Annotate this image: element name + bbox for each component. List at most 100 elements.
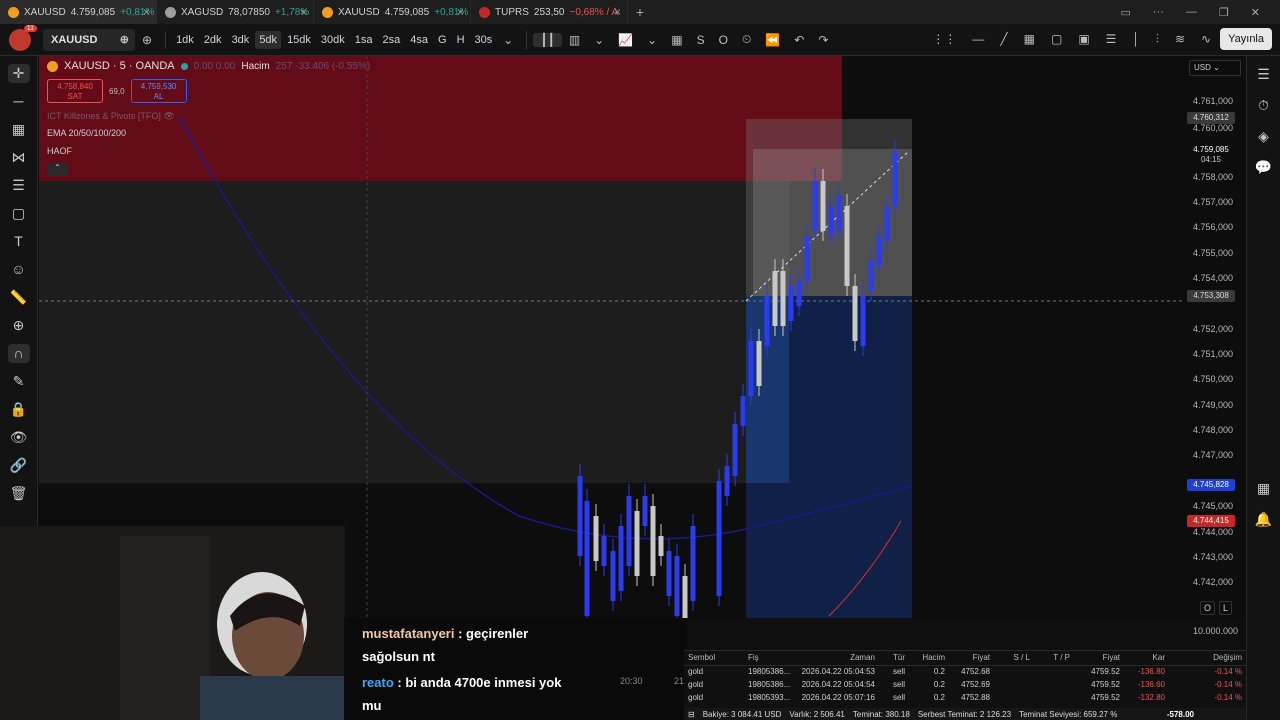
link-icon[interactable]: 🔗 [8, 456, 30, 475]
lock-icon[interactable]: 🔒 [8, 400, 30, 419]
col-header[interactable]: Fiyat [1074, 651, 1124, 666]
tab-tuprs[interactable]: TUPRS 253,50 −0,68% / A × [471, 0, 628, 24]
chat-icon[interactable]: 💬 [1255, 159, 1272, 176]
screen-icon[interactable]: ▭ [1121, 6, 1131, 19]
table-row[interactable]: gold 19805393... 2026.04.22 05:07:16 sell 0.… [684, 691, 1246, 704]
trend-line-icon[interactable]: ╱ [993, 32, 1014, 47]
indicator-ict-killzones[interactable]: ICT Killzones & Pivots [TFO] 👁 [47, 111, 175, 122]
text-tool-icon[interactable]: T [8, 232, 30, 251]
close-window-icon[interactable]: ✕ [1251, 6, 1260, 19]
rectangle-icon[interactable]: ▢ [1044, 32, 1069, 47]
col-header[interactable]: Zaman [794, 651, 879, 666]
chevron-down-icon[interactable]: ⌄ [587, 33, 611, 47]
timeframe-button[interactable]: 5dk [255, 30, 282, 49]
new-tab-button[interactable]: + [628, 4, 652, 20]
layout-icon[interactable]: ▦ [664, 33, 689, 47]
publish-button[interactable]: Yayınla [1220, 28, 1272, 50]
eye-icon[interactable]: 👁 [8, 428, 30, 447]
wave-icon[interactable]: ∿ [1194, 32, 1218, 47]
redo-icon[interactable]: ↷ [811, 33, 835, 47]
trash-icon[interactable]: 🗑 [8, 484, 30, 503]
col-header[interactable]: Hacim [909, 651, 949, 666]
close-icon[interactable]: × [300, 5, 307, 19]
ruler-icon[interactable]: 📏 [8, 288, 30, 307]
layers-icon[interactable]: ◈ [1258, 128, 1269, 145]
candles-icon[interactable]: ┃┃ [533, 32, 562, 47]
crosshair-icon[interactable]: ✛ [7, 64, 30, 83]
timeframe-button[interactable]: 30dk [317, 31, 349, 49]
undo-icon[interactable]: ↶ [787, 33, 811, 47]
avatar[interactable]: 11 [9, 24, 37, 51]
channel-icon[interactable]: ≋ [1168, 32, 1192, 47]
chevron-down-icon[interactable]: ⌄ [496, 33, 520, 47]
timeframe-button[interactable]: 1sa [351, 31, 377, 49]
collapse-legend-button[interactable]: ⌃ [47, 163, 68, 176]
indicator-ema[interactable]: EMA 20/50/100/200 [47, 128, 126, 138]
add-symbol-icon[interactable]: ⊕ [135, 33, 159, 47]
alert-icon[interactable]: ⏲ [735, 32, 758, 47]
collapse-icon[interactable]: ⊟ [688, 710, 695, 719]
close-icon[interactable]: × [143, 5, 150, 19]
col-header[interactable]: S / L [994, 651, 1034, 666]
col-header[interactable]: Değişim [1169, 651, 1246, 666]
close-icon[interactable]: × [457, 5, 464, 19]
chevron-down-icon[interactable]: ⌄ [640, 33, 664, 47]
col-header[interactable]: Sembol [684, 651, 744, 666]
pattern-tool-icon[interactable]: ⋈ [8, 148, 30, 167]
eye-icon[interactable]: 👁 [163, 111, 174, 121]
o-button[interactable]: O [712, 33, 735, 47]
timeframe-button[interactable]: 1dk [172, 31, 198, 49]
col-header[interactable]: Tür [879, 651, 909, 666]
indicator-haof[interactable]: HAOF [47, 146, 72, 156]
bar-type-icon[interactable]: ▥ [562, 33, 587, 47]
horizontal-line-icon[interactable]: — [965, 32, 991, 47]
grid-icon[interactable]: ▦ [1017, 32, 1042, 47]
rectangle-tool-icon[interactable]: ▢ [8, 204, 30, 223]
compare-icon[interactable]: ⊕ [120, 33, 129, 46]
timeframe-button[interactable]: 2sa [379, 31, 405, 49]
timeframe-button[interactable]: 30s [471, 31, 497, 49]
table-row[interactable]: gold 19805386... 2026.04.22 05:04:53 sell 0.… [684, 665, 1246, 678]
timeframe-button[interactable]: 3dk [228, 31, 254, 49]
scale-o-button[interactable]: O [1200, 601, 1216, 615]
col-header[interactable]: Kar [1124, 651, 1169, 666]
col-header[interactable]: Fiş [744, 651, 794, 666]
sell-button[interactable]: 4.758,840 SAT [47, 79, 103, 103]
watchlist-icon[interactable]: ☰ [1257, 66, 1270, 83]
s-button[interactable]: S [690, 33, 712, 47]
clock-icon[interactable]: ⏱ [1258, 97, 1269, 114]
currency-select[interactable]: USD ⌄ [1189, 60, 1241, 76]
timeframe-button[interactable]: G [434, 31, 451, 49]
close-icon[interactable]: × [614, 5, 621, 19]
tab-xagusd[interactable]: XAGUSD 78,07850 +1,78% × [157, 0, 314, 24]
bell-icon[interactable]: 🔔 [1255, 511, 1272, 528]
calendar-icon[interactable]: ▦ [1257, 480, 1270, 497]
magnet-icon[interactable]: ∩ [7, 344, 30, 363]
fib-tool-icon[interactable]: ☰ [8, 176, 30, 195]
timeframe-button[interactable]: 2dk [200, 31, 226, 49]
tab-xauusd-1[interactable]: XAUUSD 4.759,085 +0,81% × [0, 0, 157, 24]
drag-handle-icon[interactable]: ⋮⋮ [925, 32, 963, 47]
vertical-line-icon[interactable]: │ [1125, 32, 1147, 47]
indicators-icon[interactable]: 📈 [611, 33, 640, 47]
scale-l-button[interactable]: L [1219, 601, 1233, 615]
replay-icon[interactable]: ⏪ [758, 33, 787, 47]
timeframe-button[interactable]: H [453, 31, 469, 49]
position-icon[interactable]: ▣ [1071, 32, 1096, 47]
buy-button[interactable]: 4.759,530 AL [130, 79, 187, 103]
col-header[interactable]: T / P [1034, 651, 1074, 666]
table-row[interactable]: gold 19805386... 2026.04.22 05:04:54 sell 0.… [684, 678, 1246, 691]
pencil-lock-icon[interactable]: ✎ [8, 372, 30, 391]
col-header[interactable]: Fiyat [949, 651, 994, 666]
line-tool-icon[interactable]: ─ [8, 92, 30, 111]
legend-title[interactable]: XAUUSD · 5 · OANDA [64, 60, 175, 72]
timeframe-button[interactable]: 15dk [283, 31, 315, 49]
more-icon[interactable]: ··· [1153, 6, 1164, 18]
timeframe-button[interactable]: 4sa [406, 31, 432, 49]
tab-xauusd-2[interactable]: XAUUSD 4.759,085 +0,81% × [314, 0, 471, 24]
symbol-search[interactable]: XAUUSD ⊕ [43, 28, 135, 51]
price-scale[interactable]: USD ⌄ 4.761,000 4.760,000 4.758,000 4.75… [1185, 56, 1246, 618]
emoji-icon[interactable]: ☺ [8, 260, 30, 279]
maximize-icon[interactable]: ❐ [1219, 6, 1229, 19]
minimize-icon[interactable]: — [1186, 6, 1197, 18]
